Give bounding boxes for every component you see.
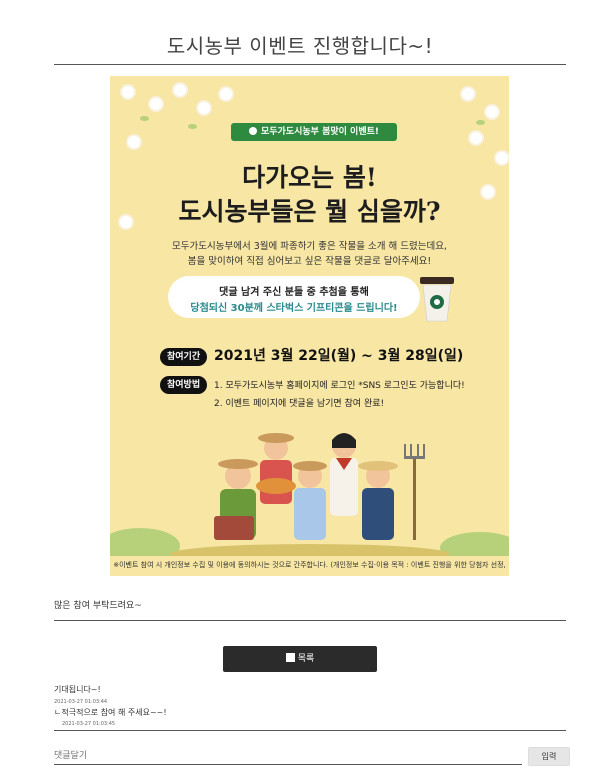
sprout-icon [248, 127, 257, 135]
coffee-cup-icon [420, 277, 454, 322]
reply-comment-text: ㄴ적극적으로 참여 해 주세요~~! [54, 708, 167, 717]
method-step-2: 2. 이벤트 페이지에 댓글을 남기면 참여 완료! [214, 399, 385, 409]
title-divider [54, 64, 566, 65]
blossom-icon [486, 106, 498, 118]
blossom-icon [462, 88, 474, 100]
event-poster: 모두가도시농부 봄맞이 이벤트! 다가오는 봄! 도시농부들은 뭘 심을까? 모… [110, 76, 509, 576]
method-step-1: 1. 모두가도시농부 홈페이지에 로그인 *SNS 로그인도 가능합니다! [214, 381, 465, 391]
post-body-text: 많은 참여 부탁드려요~ [54, 601, 142, 611]
intro-line-2: 봄을 맞이하여 직접 심어보고 싶은 작물을 댓글로 달아주세요! [187, 256, 432, 267]
blossom-icon [220, 88, 232, 100]
submit-button[interactable]: 입력 [528, 747, 570, 766]
blossom-icon [122, 86, 134, 98]
period-tag: 참여기간 [160, 348, 208, 366]
intro-line-1: 모두가도시농부에서 3월에 파종하기 좋은 작물을 소개 해 드렸는데요, [172, 241, 447, 252]
prize-line-2: 당첨되신 30분께 스타벅스 기프티콘을 드립니다! [190, 303, 398, 314]
headline-2: 도시농부들은 뭘 심을까? [178, 197, 441, 226]
reply-input[interactable] [54, 747, 522, 765]
blossom-icon [470, 132, 482, 144]
reply-comment-date: 2021-03-27 01:03:45 [62, 721, 116, 727]
event-banner: 모두가도시농부 봄맞이 이벤트! [231, 123, 397, 141]
list-button[interactable]: 목록 [223, 646, 377, 672]
prize-line-1: 댓글 남겨 주신 분들 중 추첨을 통해 [219, 287, 369, 298]
event-period: 2021년 3월 22일(월) ~ 3월 28일(일) [214, 348, 464, 364]
blossom-icon [150, 98, 162, 110]
leaf-icon [188, 124, 197, 129]
leaf-icon [140, 116, 149, 121]
comments-divider [54, 730, 566, 731]
content-divider [54, 620, 566, 621]
farmers-illustration [110, 433, 509, 556]
poster-footnote: ※이벤트 참여 시 개인정보 수집 및 이용에 동의하시는 것으로 간주합니다.… [113, 561, 506, 569]
leaf-icon [476, 120, 485, 125]
blossom-icon [174, 84, 186, 96]
blossom-icon [128, 136, 140, 148]
list-icon [285, 653, 295, 662]
comment-text: 기대됩니다~! [54, 685, 101, 694]
comment-date: 2021-03-27 01:03:44 [54, 699, 108, 705]
method-tag: 참여방법 [160, 376, 208, 394]
page-title: 도시농부 이벤트 진행합니다~! [166, 34, 434, 58]
headline-1: 다가오는 봄! [242, 163, 377, 192]
blossom-icon [198, 102, 210, 114]
